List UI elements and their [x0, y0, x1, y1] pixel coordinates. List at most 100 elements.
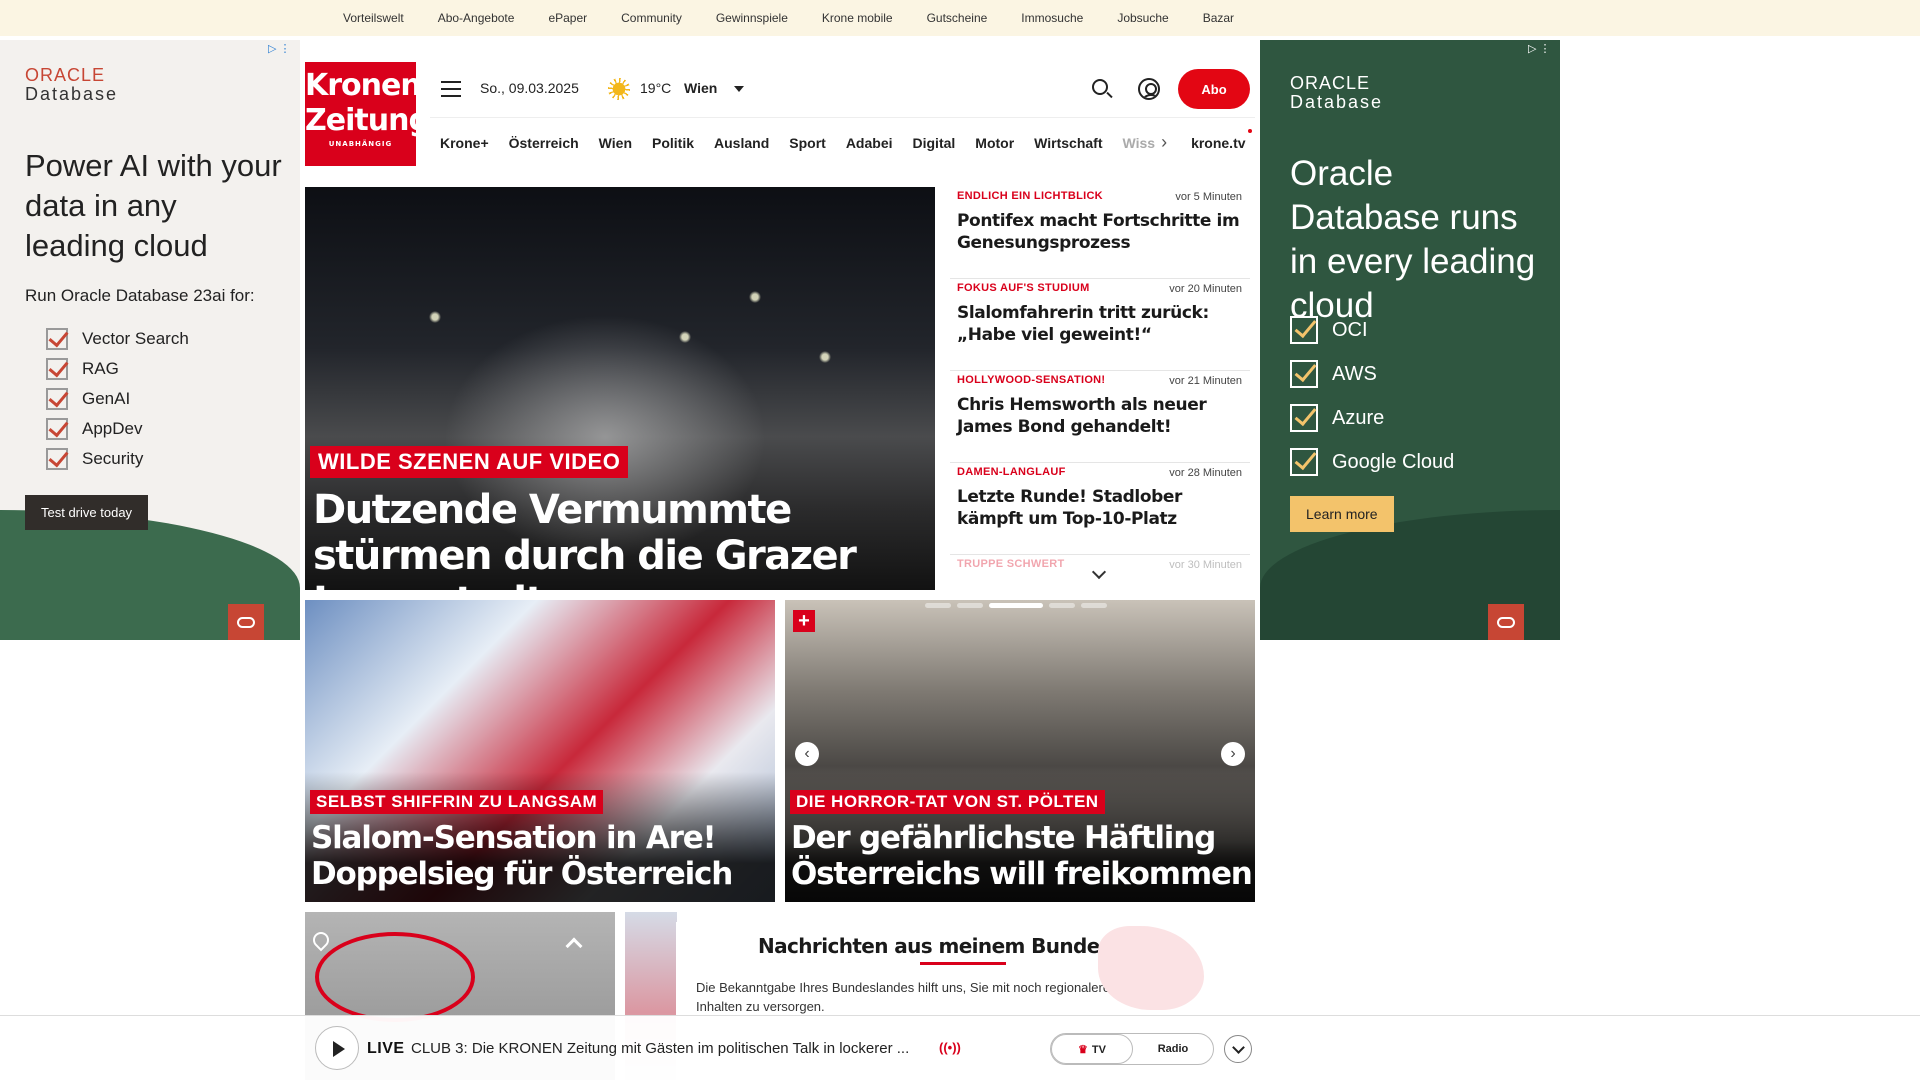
crown-icon: ♛	[1078, 1043, 1088, 1056]
carousel-dot-active[interactable]	[989, 603, 1043, 608]
oracle-ad-left[interactable]: ▷ ⋮ ORACLE Database Power AI with your d…	[0, 40, 300, 640]
topbar-link-abo-angebote[interactable]: Abo-Angebote	[438, 11, 515, 25]
ticker-time: vor 5 Minuten	[1175, 191, 1242, 203]
topbar-link-krone-mobile[interactable]: Krone mobile	[822, 11, 893, 25]
ticker-item[interactable]: HOLLYWOOD-SENSATION! vor 21 Minuten Chri…	[950, 371, 1250, 463]
ad-feature-label: GenAI	[82, 389, 131, 408]
ticker-time: vor 20 Minuten	[1169, 283, 1242, 295]
live-label: LIVE	[367, 1040, 405, 1057]
news-ticker: ENDLICH EIN LICHTBLICK vor 5 Minuten Pon…	[950, 187, 1250, 572]
hero-kicker: WILDE SZENEN AUF VIDEO	[310, 446, 629, 478]
adchoices-icon[interactable]: ▷ ⋮	[268, 42, 291, 55]
carousel-next-button[interactable]: ›	[1221, 742, 1245, 766]
tile-kicker: DIE HORROR-TAT VON ST. PÖLTEN	[790, 790, 1105, 814]
ticker-headline: Slalomfahrerin tritt zurück: „Habe viel …	[957, 303, 1209, 345]
chevron-right-icon[interactable]: ›	[1161, 132, 1167, 153]
ticker-time: vor 28 Minuten	[1169, 467, 1242, 479]
ticker-item[interactable]: DAMEN-LANGLAUF vor 28 Minuten Letzte Run…	[950, 463, 1250, 555]
current-date: So., 09.03.2025	[480, 80, 579, 96]
checkbox-icon	[46, 448, 68, 470]
carousel-prev-button[interactable]: ‹	[795, 742, 819, 766]
radio-toggle[interactable]: Radio	[1133, 1034, 1213, 1064]
kronen-zeitung-logo[interactable]: Kronen Zeitung UNABHÄNGIG	[305, 62, 430, 166]
topbar-link-epaper[interactable]: ePaper	[548, 11, 587, 25]
ticker-time: vor 30 Minuten	[1169, 559, 1242, 571]
logo-line-1: Kronen	[305, 68, 422, 103]
checkbox-icon	[1290, 360, 1318, 388]
nav-item-sport[interactable]: Sport	[789, 135, 826, 151]
ad-feature-label: Vector Search	[82, 329, 189, 348]
city-selector[interactable]: Wien	[684, 80, 717, 96]
tile-title: Der gefährlichste Häftling Österreichs w…	[791, 820, 1253, 892]
ticker-item[interactable]: ENDLICH EIN LICHTBLICK vor 5 Minuten Pon…	[950, 187, 1250, 279]
topbar-link-immosuche[interactable]: Immosuche	[1021, 11, 1083, 25]
checkbox-icon	[46, 418, 68, 440]
topbar-link-vorteilswelt[interactable]: Vorteilswelt	[343, 11, 404, 25]
ad-feature-item: Security	[46, 444, 189, 474]
hero-title: Dutzende Vermummte stürmen durch die Gra…	[313, 487, 857, 590]
ticker-headline: Letzte Runde! Stadlober kämpft um Top-10…	[957, 487, 1183, 529]
nav-item-wissen[interactable]: Wiss	[1123, 135, 1156, 151]
hero-article[interactable]: WILDE SZENEN AUF VIDEO Dutzende Vermummt…	[305, 187, 935, 590]
ad-feature-label: Security	[82, 449, 144, 468]
test-drive-button[interactable]: Test drive today	[25, 495, 149, 530]
ad-feature-item: AppDev	[46, 414, 189, 444]
nav-item-politik[interactable]: Politik	[652, 135, 694, 151]
play-button[interactable]	[315, 1026, 359, 1070]
logo-line-2: Zeitung	[305, 103, 430, 138]
expand-player-button[interactable]	[1224, 1035, 1252, 1063]
ad-brand-database: Database	[25, 84, 119, 104]
carousel-dot[interactable]	[1081, 603, 1107, 608]
ad-feature-label: Google Cloud	[1332, 450, 1455, 473]
nav-item-ausland[interactable]: Ausland	[714, 135, 769, 151]
checkbox-icon	[1290, 316, 1318, 344]
ad-brand-oracle: ORACLE	[1290, 73, 1371, 93]
chevron-down-icon[interactable]	[734, 86, 744, 92]
tile-kicker: SELBST SHIFFRIN ZU LANGSAM	[310, 790, 604, 814]
tv-toggle[interactable]: ♛ TV	[1051, 1034, 1133, 1064]
article-tile-haeftling[interactable]: + ‹ › DIE HORROR-TAT VON ST. PÖLTEN Der …	[785, 600, 1255, 902]
ad-feature-label: RAG	[82, 359, 119, 378]
live-stream-title[interactable]: CLUB 3: Die KRONEN Zeitung mit Gästen im…	[411, 1040, 931, 1057]
nav-item-digital[interactable]: Digital	[913, 135, 956, 151]
topbar-link-community[interactable]: Community	[621, 11, 682, 25]
nav-item-kronetv[interactable]: krone.tv	[1191, 128, 1253, 151]
top-service-bar: Vorteilswelt Abo-Angebote ePaper Communi…	[0, 0, 1920, 36]
nav-item-motor[interactable]: Motor	[975, 135, 1014, 151]
tv-radio-switch: ♛ TV Radio	[1050, 1033, 1214, 1065]
article-tile-slalom[interactable]: SELBST SHIFFRIN ZU LANGSAM Slalom-Sensat…	[305, 600, 775, 902]
topbar-link-bazar[interactable]: Bazar	[1203, 11, 1234, 25]
nav-item-oesterreich[interactable]: Österreich	[509, 135, 579, 151]
learn-more-button[interactable]: Learn more	[1290, 496, 1394, 532]
user-account-icon[interactable]	[1138, 78, 1160, 100]
menu-icon[interactable]	[441, 81, 461, 97]
checkbox-icon	[46, 328, 68, 350]
ad-feature-item: Google Cloud	[1290, 440, 1454, 484]
abo-button[interactable]: Abo	[1178, 69, 1250, 109]
nav-item-adabei[interactable]: Adabei	[846, 135, 893, 151]
logo-tagline: UNABHÄNGIG	[328, 140, 393, 148]
topbar-link-gewinnspiele[interactable]: Gewinnspiele	[716, 11, 788, 25]
carousel-dot[interactable]	[1049, 603, 1075, 608]
oracle-logo-icon	[228, 604, 264, 640]
tv-label: TV	[1091, 1043, 1106, 1056]
ticker-headline: Pontifex macht Fortschritte im Genesungs…	[957, 211, 1240, 253]
temperature: 19°C	[640, 80, 672, 96]
carousel-dot[interactable]	[957, 603, 983, 608]
ticker-item[interactable]: FOKUS AUF'S STUDIUM vor 20 Minuten Slalo…	[950, 279, 1250, 371]
ad-feature-list: OCI AWS Azure Google Cloud	[1290, 308, 1454, 484]
nav-item-krone-plus[interactable]: Krone+	[440, 135, 489, 151]
ad-feature-item: Azure	[1290, 396, 1454, 440]
live-player-bar: LIVE CLUB 3: Die KRONEN Zeitung mit Gäst…	[0, 1015, 1920, 1080]
nav-item-wien[interactable]: Wien	[599, 135, 632, 151]
topbar-link-jobsuche[interactable]: Jobsuche	[1117, 11, 1168, 25]
ad-feature-item: AWS	[1290, 352, 1454, 396]
main-navigation: Krone+ Österreich Wien Politik Ausland S…	[430, 117, 1255, 167]
search-icon[interactable]	[1092, 79, 1108, 95]
carousel-dot[interactable]	[925, 603, 951, 608]
oracle-ad-right[interactable]: ▷ ⋮ ORACLE Database Oracle Database runs…	[1260, 40, 1560, 640]
checkbox-icon	[46, 388, 68, 410]
topbar-link-gutscheine[interactable]: Gutscheine	[927, 11, 988, 25]
adchoices-icon[interactable]: ▷ ⋮	[1528, 42, 1551, 55]
nav-item-wirtschaft[interactable]: Wirtschaft	[1034, 135, 1102, 151]
